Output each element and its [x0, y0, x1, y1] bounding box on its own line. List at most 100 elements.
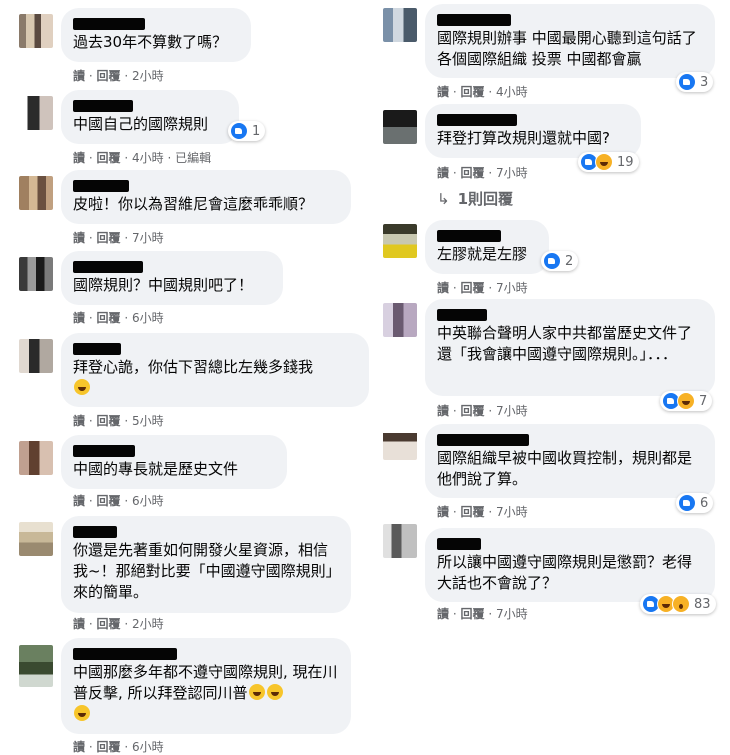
comment-actions: 讀 · 回覆 · 2小時 [73, 617, 164, 631]
avatar[interactable] [383, 110, 417, 144]
commenter-name-redacted[interactable] [437, 114, 517, 126]
commenter-name-redacted[interactable] [437, 309, 487, 321]
commenter-name-redacted[interactable] [73, 261, 143, 273]
reply-link[interactable]: 回覆 [461, 505, 485, 519]
like-link[interactable]: 讀 [437, 505, 449, 519]
timestamp[interactable]: 2小時 [132, 69, 164, 83]
reply-link[interactable]: 回覆 [461, 166, 485, 180]
like-link[interactable]: 讀 [437, 404, 449, 418]
comment-bubble: 國際規則？中國規則吧了！ [61, 251, 283, 305]
avatar[interactable] [19, 14, 53, 48]
timestamp[interactable]: 6小時 [132, 494, 164, 508]
comment-bubble: 國際規則辦事 中國最開心聽到這句話了 各個國際組織 投票 中國都會贏 [425, 4, 715, 78]
like-link[interactable]: 讀 [73, 311, 85, 325]
reaction-count: 19 [617, 154, 634, 170]
avatar[interactable] [19, 339, 53, 373]
haha-reaction-icon [677, 392, 695, 410]
avatar[interactable] [19, 176, 53, 210]
timestamp[interactable]: 2小時 [132, 617, 164, 631]
commenter-name-redacted[interactable] [73, 18, 145, 30]
like-link[interactable]: 讀 [73, 151, 85, 165]
avatar[interactable] [383, 303, 417, 337]
avatar[interactable] [19, 522, 53, 556]
commenter-name-redacted[interactable] [437, 434, 529, 446]
like-link[interactable]: 讀 [73, 740, 85, 754]
like-link[interactable]: 讀 [437, 607, 449, 621]
like-reaction-icon [678, 73, 696, 91]
reaction-summary[interactable]: 6 [676, 493, 714, 513]
commenter-name-redacted[interactable] [437, 538, 481, 550]
reply-link[interactable]: 回覆 [97, 311, 121, 325]
like-reaction-icon [543, 252, 561, 270]
reply-link[interactable]: 回覆 [97, 740, 121, 754]
reaction-summary[interactable]: 19 [578, 152, 639, 172]
commenter-name-redacted[interactable] [73, 100, 133, 112]
avatar[interactable] [383, 524, 417, 558]
commenter-name-redacted[interactable] [73, 180, 129, 192]
reaction-summary[interactable]: 2 [541, 251, 579, 271]
timestamp[interactable]: 7小時 [496, 166, 528, 180]
avatar[interactable] [383, 224, 417, 258]
timestamp[interactable]: 7小時 [496, 505, 528, 519]
reply-link[interactable]: 回覆 [97, 69, 121, 83]
comment-bubble: 拜登心詭，你估下習總比左幾多錢我 [61, 333, 369, 407]
avatar[interactable] [19, 645, 53, 687]
reaction-count: 2 [565, 253, 574, 269]
view-replies-link[interactable]: ↳ 1則回覆 [437, 188, 513, 209]
commenter-name-redacted[interactable] [437, 14, 511, 26]
like-link[interactable]: 讀 [73, 69, 85, 83]
comment-text: 中國自己的國際規則 [73, 115, 209, 133]
timestamp[interactable]: 7小時 [496, 607, 528, 621]
avatar[interactable] [19, 96, 53, 130]
timestamp[interactable]: 7小時 [496, 281, 528, 295]
timestamp[interactable]: 4小時 [496, 85, 528, 99]
comment-actions: 讀 · 回覆 · 5小時 [73, 414, 164, 428]
like-reaction-icon [678, 494, 696, 512]
reply-link[interactable]: 回覆 [461, 404, 485, 418]
commenter-name-redacted[interactable] [73, 445, 135, 457]
like-link[interactable]: 讀 [73, 494, 85, 508]
timestamp[interactable]: 7小時 [132, 231, 164, 245]
comment-text: 皮啦！你以為習維尼會這麼乖乖順？ [73, 195, 314, 213]
reply-link[interactable]: 回覆 [461, 85, 485, 99]
avatar[interactable] [383, 8, 417, 42]
like-link[interactable]: 讀 [437, 281, 449, 295]
commenter-name-redacted[interactable] [437, 230, 501, 242]
reply-link[interactable]: 回覆 [97, 494, 121, 508]
reaction-count: 6 [700, 495, 709, 511]
grinning-emoji-icon [74, 379, 90, 395]
like-link[interactable]: 讀 [73, 414, 85, 428]
timestamp[interactable]: 6小時 [132, 740, 164, 754]
avatar[interactable] [19, 257, 53, 291]
reply-link[interactable]: 回覆 [97, 414, 121, 428]
reply-link[interactable]: 回覆 [461, 607, 485, 621]
avatar[interactable] [19, 441, 53, 475]
comment-actions: 讀 · 回覆 · 7小時 [73, 231, 164, 245]
reply-link[interactable]: 回覆 [97, 617, 121, 631]
comment-bubble: 皮啦！你以為習維尼會這麼乖乖順？ [61, 170, 351, 224]
grinning-emoji-icon [266, 684, 283, 700]
reply-link[interactable]: 回覆 [97, 151, 121, 165]
like-link[interactable]: 讀 [73, 617, 85, 631]
commenter-name-redacted[interactable] [73, 526, 117, 538]
like-link[interactable]: 讀 [437, 166, 449, 180]
comment-actions: 讀 · 回覆 · 7小時 [437, 281, 528, 295]
comment-text: 中國那麼多年都不遵守國際規則, 現在川普反擊, 所以拜登認同川普 [73, 662, 339, 725]
like-link[interactable]: 讀 [73, 231, 85, 245]
timestamp[interactable]: 7小時 [496, 404, 528, 418]
timestamp[interactable]: 6小時 [132, 311, 164, 325]
reaction-summary[interactable]: 7 [660, 391, 713, 411]
timestamp[interactable]: 4小時 [132, 151, 164, 165]
reply-link[interactable]: 回覆 [461, 281, 485, 295]
commenter-name-redacted[interactable] [73, 648, 177, 660]
reaction-summary[interactable]: 1 [228, 121, 266, 141]
avatar[interactable] [383, 426, 417, 460]
commenter-name-redacted[interactable] [73, 343, 121, 355]
comment-text: 左膠就是左膠 [437, 245, 528, 263]
reaction-summary[interactable]: 3 [676, 72, 714, 92]
like-link[interactable]: 讀 [437, 85, 449, 99]
comment-bubble: 所以讓中國遵守國際規則是懲罰？老得大話也不會說了？ [425, 528, 715, 602]
reply-link[interactable]: 回覆 [97, 231, 121, 245]
reaction-summary[interactable]: 83 [640, 594, 716, 614]
timestamp[interactable]: 5小時 [132, 414, 164, 428]
